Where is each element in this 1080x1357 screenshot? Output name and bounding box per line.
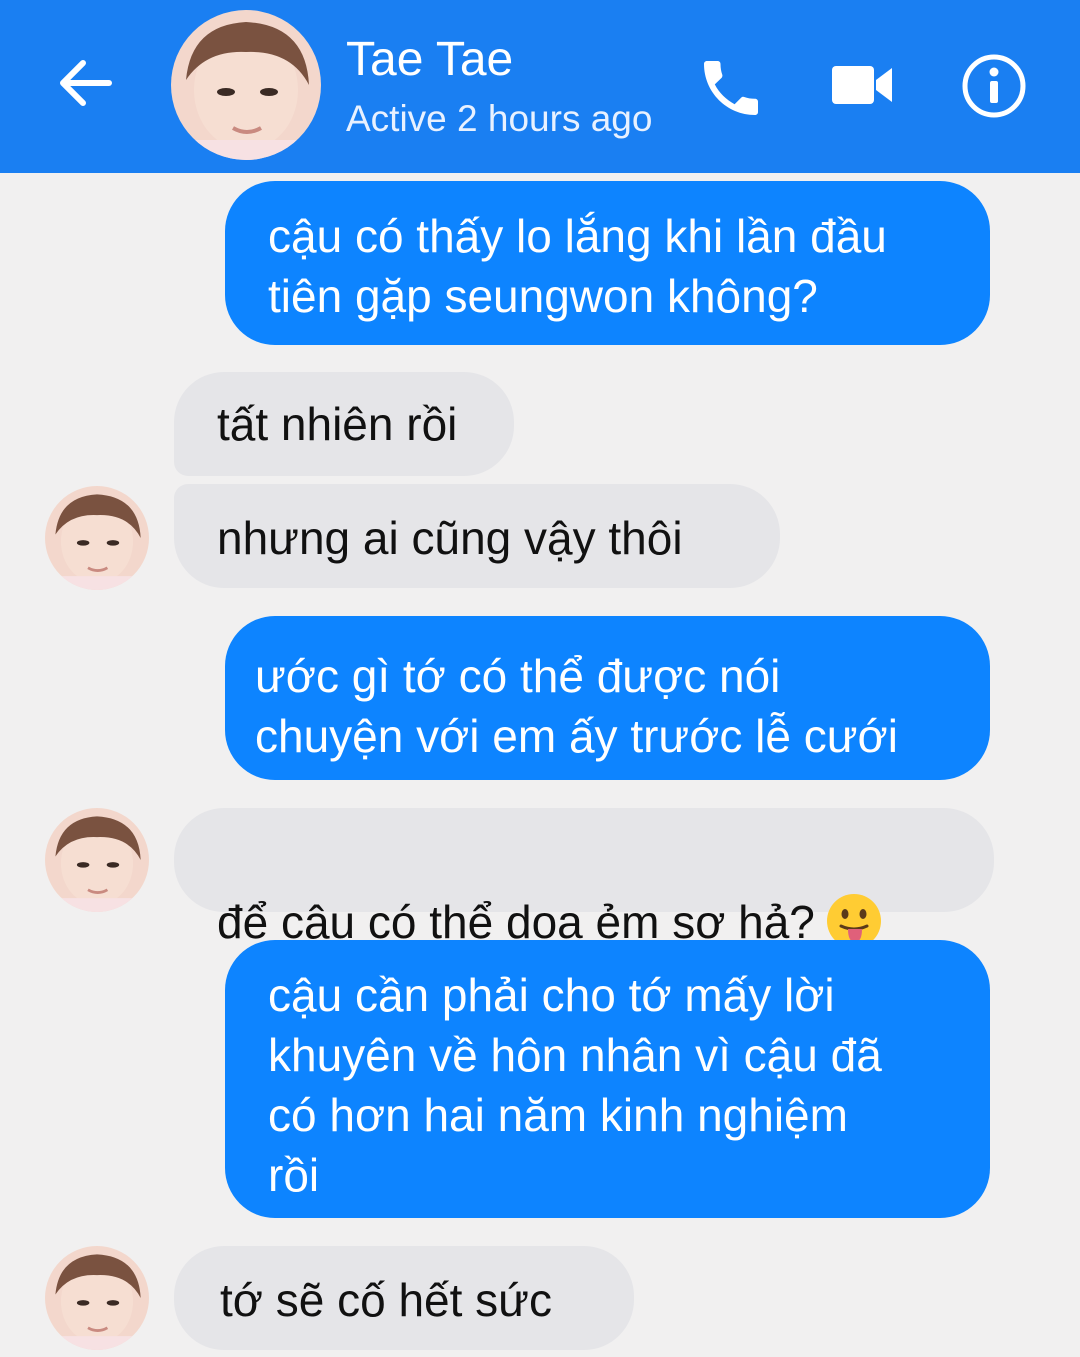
message-bubble-sent[interactable]: cậu có thấy lo lắng khi lần đầu tiên gặp… bbox=[225, 181, 990, 345]
contact-avatar[interactable] bbox=[171, 10, 321, 160]
back-arrow-icon[interactable] bbox=[55, 52, 117, 114]
message-bubble-received[interactable]: tất nhiên rồi bbox=[174, 372, 514, 476]
message-bubble-sent[interactable]: cậu cần phải cho tớ mấy lời khuyên về hô… bbox=[225, 940, 990, 1218]
contact-avatar-small bbox=[45, 808, 149, 912]
contact-avatar-small bbox=[45, 1246, 149, 1350]
active-status: Active 2 hours ago bbox=[346, 98, 653, 139]
message-bubble-sent[interactable]: ước gì tớ có thể được nói chuyện với em … bbox=[225, 616, 990, 780]
video-call-icon[interactable] bbox=[830, 60, 896, 110]
message-bubble-received[interactable]: tớ sẽ cố hết sức bbox=[174, 1246, 634, 1350]
phone-call-icon[interactable] bbox=[695, 52, 767, 124]
contact-avatar-small bbox=[45, 486, 149, 590]
contact-name: Tae Tae bbox=[346, 33, 514, 86]
message-bubble-received[interactable]: nhưng ai cũng vậy thôi bbox=[174, 484, 780, 588]
info-icon[interactable] bbox=[960, 52, 1028, 120]
conversation-header: Tae Tae Active 2 hours ago bbox=[0, 0, 1080, 173]
message-bubble-received[interactable]: để cậu có thể dọa ẻm sợ hả? bbox=[174, 808, 994, 948]
